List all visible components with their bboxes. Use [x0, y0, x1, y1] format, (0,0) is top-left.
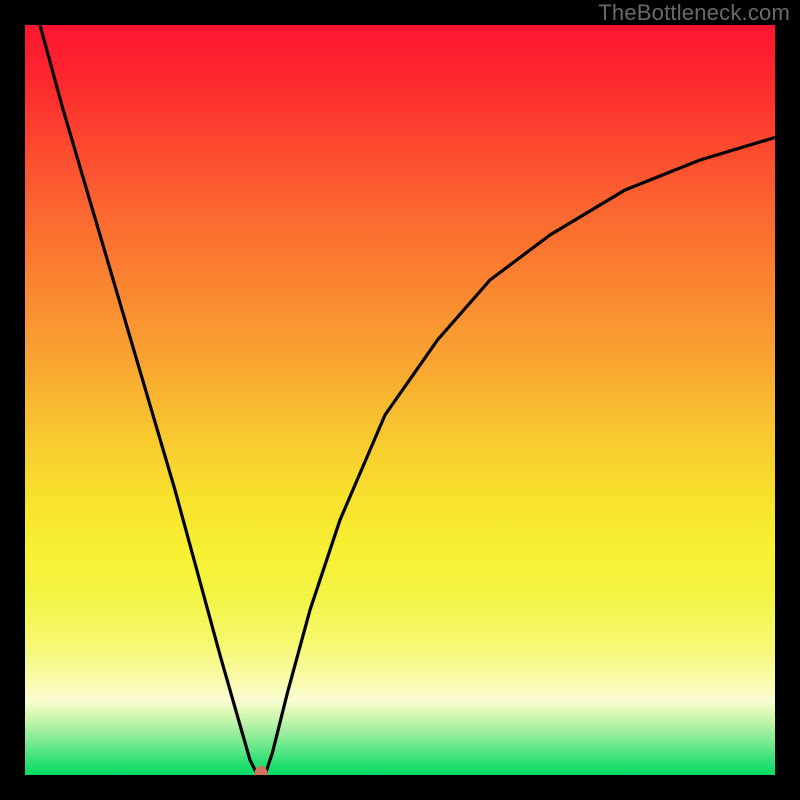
chart-curve-svg — [25, 25, 775, 775]
bottleneck-curve — [40, 25, 775, 775]
frame: TheBottleneck.com — [0, 0, 800, 800]
watermark-text: TheBottleneck.com — [598, 0, 790, 26]
chart-area — [25, 25, 775, 775]
